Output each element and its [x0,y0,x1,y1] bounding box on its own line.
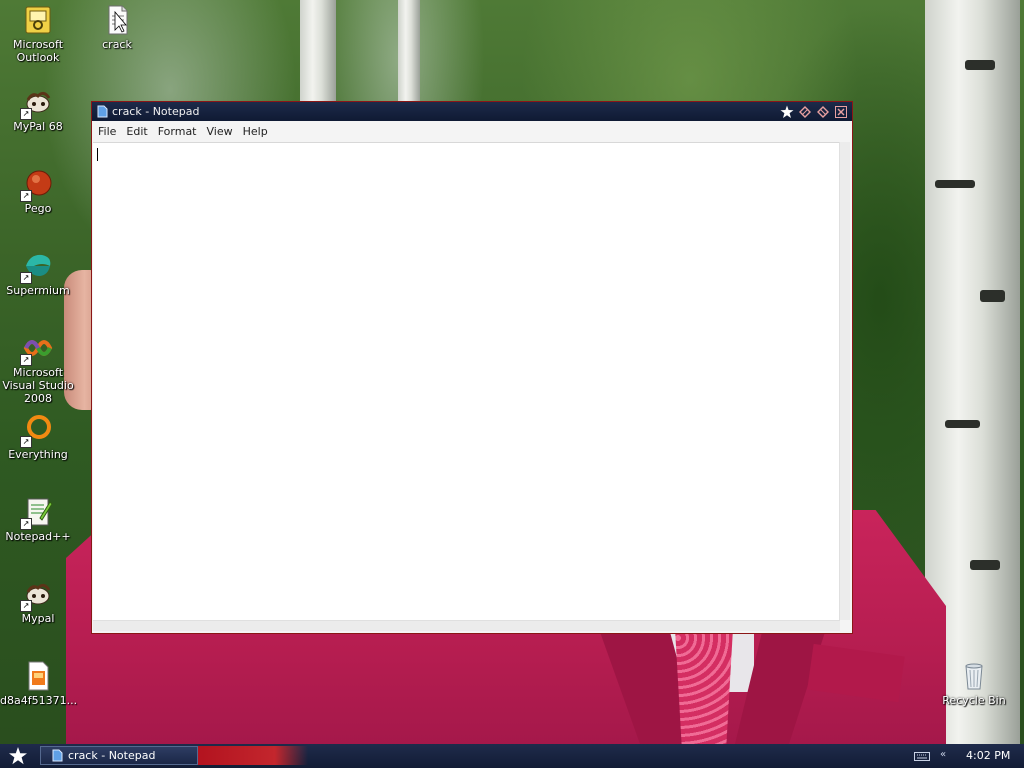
horizontal-scrollbar[interactable] [93,620,840,631]
desktop-icon-crack[interactable]: crack [79,4,155,51]
mypal-icon: ↗ [20,86,54,120]
pin-star-button[interactable] [780,105,794,119]
shortcut-arrow-icon: ↗ [20,190,32,202]
close-button[interactable] [834,105,848,119]
text-editor-area[interactable] [93,142,840,620]
shortcut-arrow-icon: ↗ [20,600,32,612]
desktop-icon-label: Mypal [21,612,55,625]
shortcut-arrow-icon: ↗ [20,436,32,448]
star-icon [9,747,27,765]
pego-icon: ↗ [20,168,54,202]
notepad-app-icon [52,749,63,762]
desktop-icon-recycle-bin[interactable]: Recycle Bin [936,660,1012,707]
menu-bar: File Edit Format View Help [92,121,852,141]
keyboard-icon[interactable] [914,750,930,762]
supermium-icon: ↗ [20,250,54,284]
start-button[interactable] [0,744,36,768]
shortcut-arrow-icon: ↗ [20,108,32,120]
taskbar-item-notepad[interactable]: crack - Notepad [40,746,198,765]
taskbar-clock[interactable]: 4:02 PM [966,749,1010,762]
desktop-icon-mypal-68[interactable]: ↗ MyPal 68 [0,86,76,133]
image-file-icon [22,660,54,692]
desktop-icon-notepadpp[interactable]: ↗ Notepad++ [0,496,76,543]
minimize-button[interactable] [798,105,812,119]
recycle-bin-icon [958,660,990,692]
menu-file[interactable]: File [94,125,120,138]
desktop-icon-label: Pego [24,202,52,215]
desktop-icon-label: crack [102,38,132,51]
shortcut-arrow-icon: ↗ [20,518,32,530]
visual-studio-icon: ↗ [20,332,54,366]
desktop-icon-label: Microsoft Outlook [12,38,64,64]
desktop-icon-image-file[interactable]: d8a4f51371... [0,660,78,707]
text-caret [97,148,98,161]
mypal-icon: ↗ [20,578,54,612]
star-icon [780,105,794,118]
taskbar-item-label: crack - Notepad [68,749,156,762]
desktop-icon-mypal[interactable]: ↗ Mypal [0,578,76,625]
desktop-icon-supermium[interactable]: ↗ Supermium [0,250,76,297]
window-titlebar[interactable]: crack - Notepad [92,102,852,121]
maximize-icon [817,105,829,118]
close-icon [835,105,847,118]
notepadpp-icon: ↗ [20,496,54,530]
shortcut-arrow-icon: ↗ [20,354,32,366]
desktop-icon-outlook[interactable]: Microsoft Outlook [0,4,76,64]
shortcut-arrow-icon: ↗ [20,272,32,284]
wallpaper-tie [675,632,733,744]
maximize-button[interactable] [816,105,830,119]
everything-icon: ↗ [20,414,54,448]
vertical-scrollbar[interactable] [839,142,850,620]
desktop-icon-label: Notepad++ [5,530,71,543]
desktop-icon-label: d8a4f51371... [0,694,78,707]
desktop-icon-label: Everything [8,448,68,461]
desktop-icon-pego[interactable]: ↗ Pego [0,168,76,215]
desktop-icon-label: MyPal 68 [13,120,63,133]
menu-help[interactable]: Help [239,125,272,138]
outlook-icon [22,4,54,36]
menu-format[interactable]: Format [154,125,201,138]
desktop-icon-visual-studio-2008[interactable]: ↗ Microsoft Visual Studio 2008 [0,332,76,405]
tray-expand-icon[interactable]: « [940,749,946,760]
menu-view[interactable]: View [203,125,237,138]
notepad-app-icon [97,105,108,118]
desktop-icon-label: Microsoft Visual Studio 2008 [2,366,74,405]
notepad-window[interactable]: crack - Notepad File Edit Format View He… [91,101,853,634]
minimize-icon [799,105,811,118]
taskbar-accent [198,746,308,765]
menu-edit[interactable]: Edit [122,125,151,138]
desktop-icon-label: Supermium [6,284,70,297]
desktop-icon-everything[interactable]: ↗ Everything [0,414,76,461]
text-file-icon [101,4,133,36]
desktop-icon-label: Recycle Bin [942,694,1006,707]
window-title: crack - Notepad [112,105,200,118]
taskbar: crack - Notepad « 4:02 PM [0,744,1024,768]
